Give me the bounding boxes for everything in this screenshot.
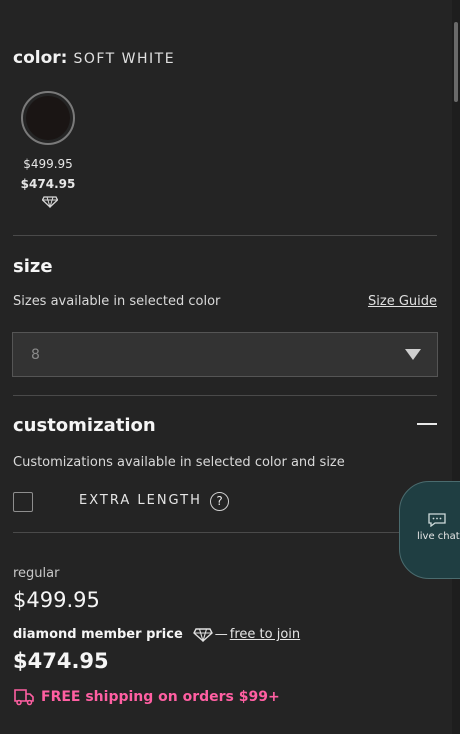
extra-length-label: EXTRA LENGTH [79,493,202,508]
free-shipping-text: FREE shipping on orders $99+ [41,689,280,705]
free-shipping-banner: FREE shipping on orders $99+ [13,688,280,706]
color-swatch-soft-white[interactable] [21,91,75,145]
chat-bubble-icon [428,513,446,527]
member-price-label: diamond member price [13,627,183,642]
divider [13,395,437,396]
member-price-row: diamond member price — free to join [13,627,300,642]
member-dash: — [214,627,228,642]
size-select[interactable]: 8 [12,332,438,377]
live-chat-button[interactable]: live chat [399,481,460,579]
live-chat-label: live chat [417,531,460,542]
shipping-truck-icon [14,689,34,706]
extra-length-checkbox[interactable] [13,492,33,512]
customization-availability-text: Customizations available in selected col… [13,455,345,470]
regular-price-label: regular [13,566,60,581]
size-select-value: 8 [31,346,40,363]
size-title: size [13,256,53,277]
color-heading: color: SOFT WHITE [13,48,175,68]
regular-price: $499.95 [13,588,100,612]
size-guide-link[interactable]: Size Guide [368,294,437,309]
divider [13,532,437,533]
scrollbar-track[interactable] [452,0,460,734]
swatch-fill [26,96,70,140]
diamond-icon [192,627,213,642]
swatch-regular-price: $499.95 [23,157,73,171]
size-availability-text: Sizes available in selected color [13,294,221,309]
color-value: SOFT WHITE [73,51,176,67]
free-to-join-link[interactable]: free to join [230,627,300,642]
diamond-icon [42,196,58,208]
scrollbar-thumb[interactable] [454,22,458,102]
member-price: $474.95 [13,649,109,673]
customization-title: customization [13,415,156,436]
color-label: color: [13,48,68,68]
collapse-minus-icon[interactable] [417,423,437,425]
caret-down-icon [405,349,421,360]
help-icon[interactable]: ? [210,492,229,511]
swatch-member-price: $474.95 [20,177,76,191]
divider [13,235,437,236]
